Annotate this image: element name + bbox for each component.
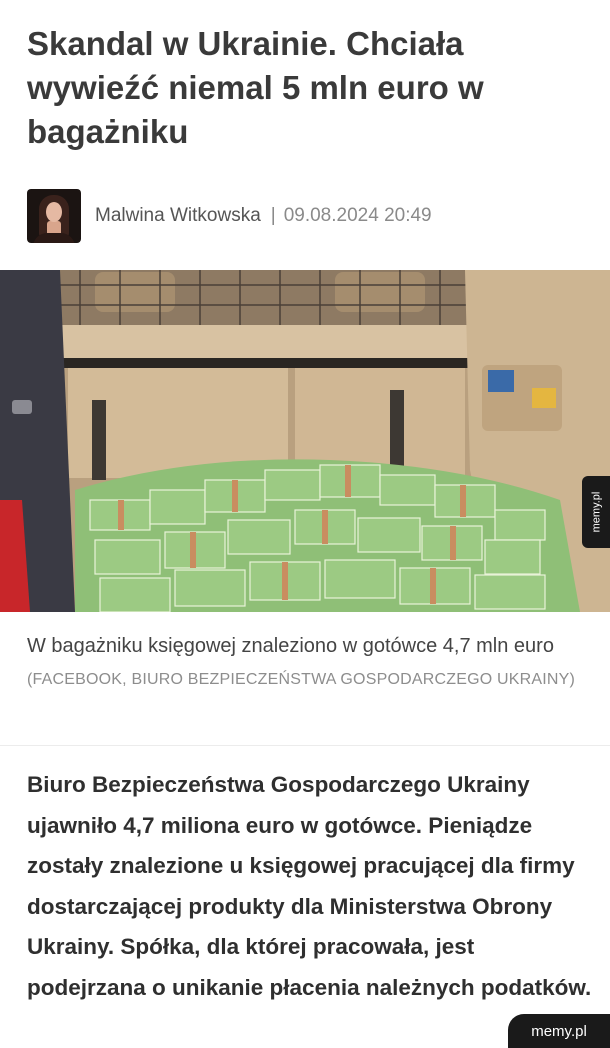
author-avatar[interactable] <box>27 188 81 243</box>
caption-source: (FACEBOOK, BIURO BEZPIECZEŃSTWA GOSPODAR… <box>27 671 576 688</box>
byline-separator: | <box>270 204 276 226</box>
author-byline: Malwina Witkowska | 09.08.2024 20:49 <box>27 188 432 243</box>
memy-bottom-watermark: memy.pl <box>508 1014 610 1048</box>
memy-side-watermark: memy.pl <box>582 476 610 548</box>
article-title: Skandal w Ukrainie. Chciała wywieźć niem… <box>27 25 484 150</box>
divider <box>0 745 610 746</box>
article-lead: Biuro Bezpieczeństwa Gospodarczego Ukrai… <box>27 772 592 1000</box>
article-photo <box>0 270 610 612</box>
author-name[interactable]: Malwina Witkowska <box>95 205 261 226</box>
image-caption: W bagażniku księgowej znaleziono w gotów… <box>27 630 587 696</box>
publish-datetime: 09.08.2024 20:49 <box>283 204 432 226</box>
caption-text: W bagażniku księgowej znaleziono w gotów… <box>27 635 554 657</box>
